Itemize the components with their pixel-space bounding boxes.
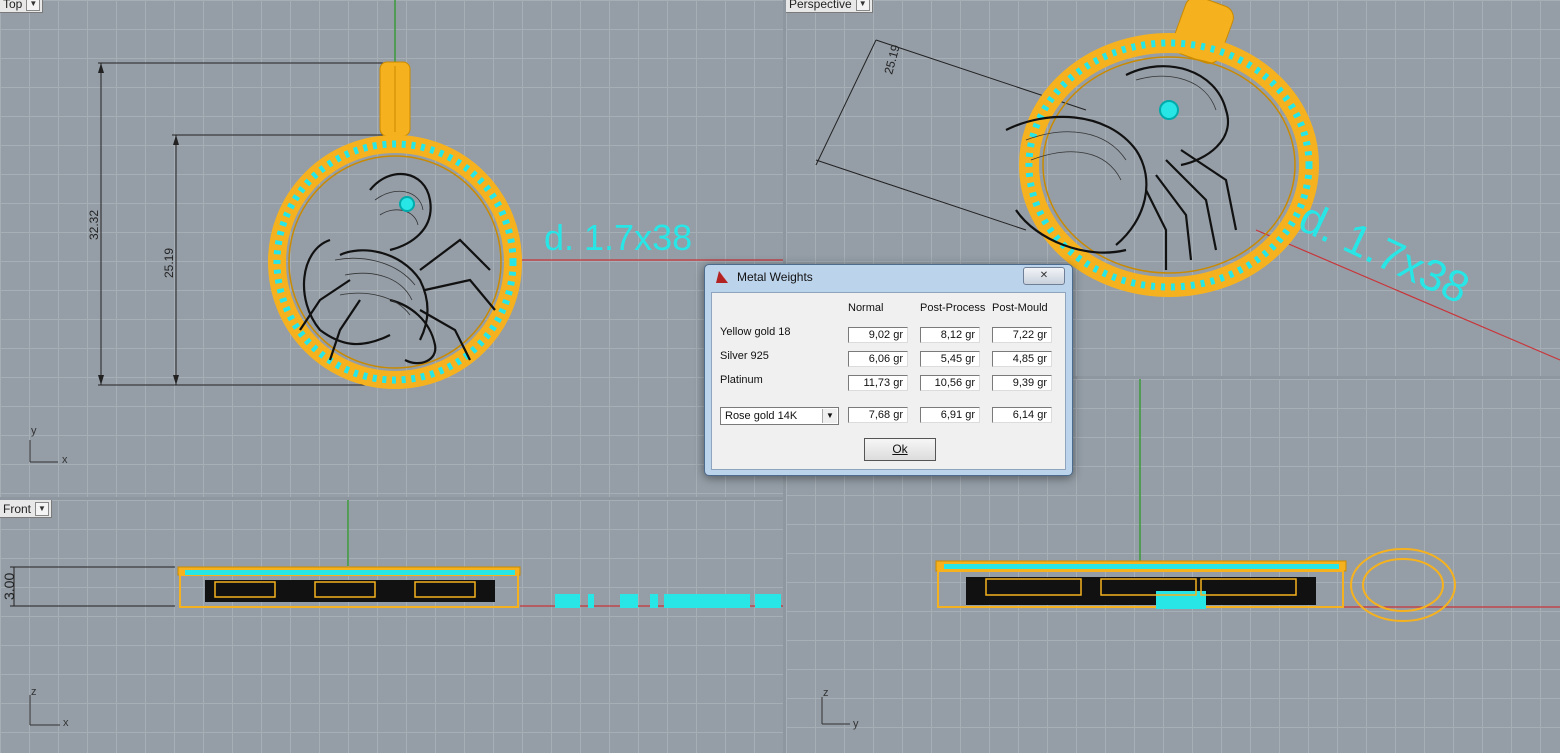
viewport-title: Front <box>3 501 32 516</box>
column-header-normal: Normal <box>848 302 884 314</box>
chevron-down-icon[interactable]: ▼ <box>35 501 50 516</box>
dialog-titlebar[interactable]: Metal Weights <box>715 270 813 284</box>
metal-label-silver: Silver 925 <box>720 350 769 362</box>
viewport-top[interactable]: Top ▼ 32.32 25.19 d. 1.7x38 y x <box>0 0 783 497</box>
metal-weights-dialog[interactable]: Metal Weights ✕ Normal Post-Process Post… <box>704 264 1073 476</box>
axis-label-x: x <box>63 717 69 729</box>
axis-label-z: z <box>31 686 37 698</box>
weight-field[interactable]: 7,68 gr <box>848 407 908 423</box>
close-button[interactable]: ✕ <box>1023 267 1065 285</box>
viewport-label-perspective[interactable]: Perspective ▼ <box>786 0 873 13</box>
metal-label-yellow-gold: Yellow gold 18 <box>720 326 791 338</box>
axis-label-z: z <box>823 687 829 699</box>
viewport-front[interactable]: Front ▼ 3.00 z x <box>0 500 783 753</box>
viewport-title: Perspective <box>789 0 852 11</box>
viewport-title: Top <box>3 0 23 11</box>
chevron-down-icon[interactable]: ▼ <box>822 409 837 423</box>
weight-field[interactable]: 10,56 gr <box>920 375 980 391</box>
dialog-title: Metal Weights <box>737 270 813 284</box>
front-view-drawing: 3.00 z x <box>1 500 783 729</box>
chevron-down-icon[interactable]: ▼ <box>26 0 41 11</box>
dimension-outer: 32.32 <box>87 210 101 240</box>
axis-label-x: x <box>62 454 68 466</box>
close-icon: ✕ <box>1039 270 1049 281</box>
dimension-inner: 25.19 <box>162 248 176 278</box>
weight-field[interactable]: 6,14 gr <box>992 407 1052 423</box>
dimension-perspective: 25.19 <box>881 43 902 76</box>
metal-label-platinum: Platinum <box>720 374 763 386</box>
weight-field[interactable]: 5,45 gr <box>920 351 980 367</box>
weight-field[interactable]: 9,39 gr <box>992 375 1052 391</box>
weight-field[interactable]: 8,12 gr <box>920 327 980 343</box>
axis-label-y: y <box>31 425 37 437</box>
weight-field[interactable]: 11,73 gr <box>848 375 908 391</box>
weight-field[interactable]: 4,85 gr <box>992 351 1052 367</box>
metal-select[interactable]: Rose gold 14K ▼ <box>720 407 839 425</box>
viewport-label-top[interactable]: Top ▼ <box>0 0 44 13</box>
column-header-post-mould: Post-Mould <box>992 302 1048 314</box>
weight-field[interactable]: 9,02 gr <box>848 327 908 343</box>
weight-field[interactable]: 6,91 gr <box>920 407 980 423</box>
ok-button[interactable]: Ok <box>864 438 936 461</box>
stone-callout-top: d. 1.7x38 <box>544 217 692 258</box>
dialog-body: Normal Post-Process Post-Mould Yellow go… <box>711 292 1066 470</box>
chevron-down-icon[interactable]: ▼ <box>855 0 870 11</box>
weight-field[interactable]: 6,06 gr <box>848 351 908 367</box>
app-icon <box>716 271 728 283</box>
viewport-label-front[interactable]: Front ▼ <box>0 500 53 518</box>
column-header-post-process: Post-Process <box>920 302 986 314</box>
dimension-front: 3.00 <box>1 573 17 600</box>
axis-label-y: y <box>853 718 859 730</box>
top-view-drawing: 32.32 25.19 d. 1.7x38 y x <box>29 0 783 466</box>
weight-field[interactable]: 7,22 gr <box>992 327 1052 343</box>
stone-callout-perspective: d. 1.7x38 <box>1292 193 1477 314</box>
metal-select-value: Rose gold 14K <box>725 410 798 422</box>
